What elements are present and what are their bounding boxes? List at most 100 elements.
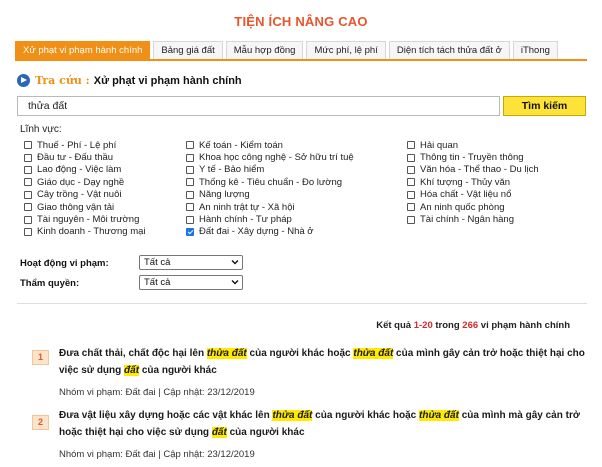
field-option[interactable]: Năng lượng bbox=[186, 189, 354, 201]
checkbox-icon[interactable] bbox=[186, 141, 194, 150]
tab-bar: Xử phạt vi phạm hành chính Bảng giá đất … bbox=[15, 41, 561, 60]
tab-dien-tich[interactable]: Diện tích tách thửa đất ở bbox=[388, 41, 510, 60]
highlighted-term: đất bbox=[124, 365, 140, 376]
field-option[interactable]: Thuế - Phí - Lệ phí bbox=[24, 139, 146, 151]
field-option[interactable]: Hóa chất - Vật liệu nổ bbox=[407, 189, 539, 201]
field-option[interactable]: Khí tượng - Thủy văn bbox=[407, 176, 539, 188]
authority-select-value: Tất cả bbox=[144, 277, 171, 288]
checkbox-icon[interactable] bbox=[186, 178, 194, 187]
tab-ithong[interactable]: iThong bbox=[512, 41, 558, 60]
authority-select[interactable]: Tất cả bbox=[139, 275, 243, 290]
activity-select[interactable]: Tất cả bbox=[139, 255, 243, 270]
field-option[interactable]: Khoa học công nghệ - Sở hữu trí tuệ bbox=[186, 151, 354, 163]
page-title: TIỆN ÍCH NÂNG CAO bbox=[234, 14, 368, 29]
checkbox-icon[interactable] bbox=[407, 190, 415, 199]
result-title-link[interactable]: Đưa chất thải, chất độc hại lên thửa đất… bbox=[59, 345, 592, 379]
result-text: của người khác bbox=[226, 427, 305, 438]
highlighted-term: thửa đất bbox=[272, 410, 313, 421]
authority-filter-label: Thẩm quyền: bbox=[20, 278, 80, 289]
checkbox-icon[interactable] bbox=[407, 178, 415, 187]
checkbox-icon[interactable] bbox=[186, 203, 194, 212]
result-text: của người khác bbox=[139, 365, 217, 376]
checkbox-icon[interactable] bbox=[186, 215, 194, 224]
field-option[interactable]: An ninh trật tự - Xã hội bbox=[186, 201, 354, 213]
field-option[interactable]: Đầu tư - Đấu thầu bbox=[24, 151, 146, 163]
field-option-label: Khí tượng - Thủy văn bbox=[420, 176, 511, 188]
activity-filter-label: Hoạt động vi phạm: bbox=[20, 258, 109, 269]
field-option-label: An ninh trật tự - Xã hội bbox=[199, 201, 295, 213]
tab-xu-phat[interactable]: Xử phạt vi phạm hành chính bbox=[15, 41, 151, 60]
checkbox-icon[interactable] bbox=[186, 165, 194, 174]
field-option[interactable]: Lao động - Việc làm bbox=[24, 164, 146, 176]
field-option[interactable]: Cây trồng - Vật nuôi bbox=[24, 189, 146, 201]
field-option[interactable]: Y tế - Bảo hiểm bbox=[186, 164, 354, 176]
field-option[interactable]: An ninh quốc phòng bbox=[407, 201, 539, 213]
result-number: 2 bbox=[32, 415, 49, 430]
highlighted-term: thửa đất bbox=[206, 348, 247, 359]
checkbox-icon[interactable] bbox=[24, 153, 32, 162]
checkbox-icon[interactable] bbox=[24, 227, 32, 236]
search-button[interactable]: Tìm kiếm bbox=[503, 96, 586, 116]
result-meta: Nhóm vi phạm: Đất đai | Cập nhật: 23/12/… bbox=[59, 387, 255, 398]
checkbox-icon[interactable] bbox=[24, 141, 32, 150]
field-option[interactable]: Tài nguyên - Môi trường bbox=[24, 213, 146, 225]
field-option[interactable]: Hải quan bbox=[407, 139, 539, 151]
search-input[interactable] bbox=[17, 96, 500, 116]
checkbox-icon[interactable] bbox=[186, 227, 194, 236]
field-option[interactable]: Kinh doanh - Thương mại bbox=[24, 226, 146, 238]
field-option-label: Kế toán - Kiểm toán bbox=[199, 139, 283, 151]
field-option-label: Giao thông vận tải bbox=[37, 201, 115, 213]
tab-mau-hop-dong[interactable]: Mẫu hợp đồng bbox=[225, 41, 304, 60]
field-option-label: Lao động - Việc làm bbox=[37, 164, 122, 176]
checkbox-icon[interactable] bbox=[24, 190, 32, 199]
field-option-label: Văn hóa - Thể thao - Du lịch bbox=[420, 164, 539, 176]
result-prefix: Kết quả bbox=[376, 320, 412, 331]
field-option[interactable]: Kế toán - Kiểm toán bbox=[186, 139, 354, 151]
field-option-label: Hóa chất - Vật liệu nổ bbox=[420, 189, 512, 201]
tab-bang-gia-dat[interactable]: Bảng giá đất bbox=[153, 41, 223, 60]
field-option-label: Cây trồng - Vật nuôi bbox=[37, 189, 122, 201]
field-option[interactable]: Hành chính - Tư pháp bbox=[186, 213, 354, 225]
checkbox-icon[interactable] bbox=[24, 165, 32, 174]
checkbox-icon[interactable] bbox=[24, 178, 32, 187]
field-option-label: Tài nguyên - Môi trường bbox=[37, 214, 140, 226]
result-count: Kết quả 1-20 trong 266 vi phạm hành chín… bbox=[376, 320, 570, 331]
field-option-label: An ninh quốc phòng bbox=[420, 201, 505, 213]
field-option[interactable]: Tài chính - Ngân hàng bbox=[407, 213, 539, 225]
field-column-1: Thuế - Phí - Lệ phí Đầu tư - Đấu thầu Lao … bbox=[24, 139, 146, 238]
tracuu-label: Tra cứu : bbox=[35, 74, 90, 87]
field-option[interactable]: Thống kê - Tiêu chuẩn - Đo lường bbox=[186, 176, 354, 188]
checkbox-icon[interactable] bbox=[407, 203, 415, 212]
field-option-label: Năng lượng bbox=[199, 189, 250, 201]
field-option[interactable]: Giao thông vận tải bbox=[24, 201, 146, 213]
checkbox-icon[interactable] bbox=[407, 141, 415, 150]
tab-muc-phi[interactable]: Mức phí, lệ phí bbox=[306, 41, 386, 60]
field-option[interactable]: Đất đai - Xây dựng - Nhà ở bbox=[186, 226, 354, 238]
result-range[interactable]: 1-20 bbox=[414, 320, 433, 331]
search-section-title: Xử phạt vi phạm hành chính bbox=[93, 74, 242, 87]
checkbox-icon[interactable] bbox=[407, 165, 415, 174]
result-number: 1 bbox=[32, 350, 49, 365]
checkbox-icon[interactable] bbox=[186, 153, 194, 162]
field-option[interactable]: Giáo dục - Dạy nghề bbox=[24, 176, 146, 188]
play-circle-icon bbox=[17, 74, 30, 87]
result-title-link[interactable]: Đưa vật liệu xây dựng hoặc các vật khác … bbox=[59, 407, 592, 441]
result-suffix: vi phạm hành chính bbox=[480, 320, 570, 331]
field-option-label: Tài chính - Ngân hàng bbox=[420, 214, 515, 226]
field-option[interactable]: Văn hóa - Thể thao - Du lịch bbox=[407, 164, 539, 176]
chevron-down-icon bbox=[231, 260, 239, 265]
checkbox-icon[interactable] bbox=[407, 215, 415, 224]
checkbox-icon[interactable] bbox=[407, 153, 415, 162]
field-option-label: Kinh doanh - Thương mại bbox=[37, 226, 146, 238]
field-option-label: Y tế - Bảo hiểm bbox=[199, 164, 265, 176]
divider bbox=[17, 303, 587, 304]
highlighted-term: đất bbox=[211, 427, 227, 438]
activity-select-value: Tất cả bbox=[144, 257, 171, 268]
checkbox-icon[interactable] bbox=[24, 215, 32, 224]
field-option-label: Hành chính - Tư pháp bbox=[199, 214, 292, 226]
field-label: Lĩnh vực: bbox=[20, 124, 62, 135]
checkbox-icon[interactable] bbox=[24, 203, 32, 212]
checkbox-icon[interactable] bbox=[186, 190, 194, 199]
field-option[interactable]: Thông tin - Truyền thông bbox=[407, 151, 539, 163]
search-heading: Tra cứu : Xử phạt vi phạm hành chính bbox=[17, 74, 242, 87]
